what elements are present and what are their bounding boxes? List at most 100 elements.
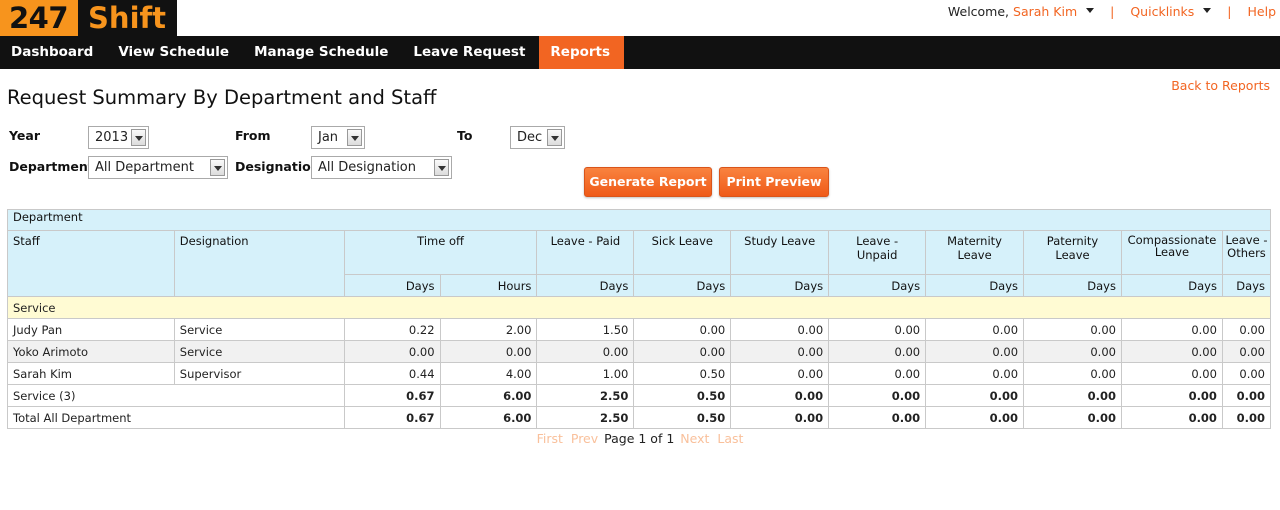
value-cell: 1.50 [536, 318, 635, 341]
table-header-row: Department [7, 209, 1271, 231]
value-cell: 0.00 [828, 318, 927, 341]
separator: | [1110, 4, 1115, 19]
user-name: Sarah Kim [1013, 4, 1078, 19]
subtotal-cell: 0.00 [1023, 384, 1122, 407]
designation-select[interactable]: All Designation [311, 156, 452, 179]
column-header: Leave - Unpaid [828, 230, 927, 275]
value-cell: 2.00 [439, 318, 538, 341]
unit-header: Hours [439, 274, 538, 297]
value-cell: 0.00 [633, 340, 732, 363]
column-header: Maternity Leave [925, 230, 1025, 275]
table-row: Sarah Kim Supervisor 0.44 4.00 1.00 0.50… [7, 362, 1272, 385]
value-cell: 0.00 [1023, 340, 1122, 363]
subtotal-cell: 0.50 [633, 384, 732, 407]
nav-dashboard[interactable]: Dashboard [0, 36, 107, 69]
value-cell: 0.00 [730, 340, 830, 363]
total-cell: 0.00 [925, 406, 1025, 429]
value-cell: 0.00 [828, 362, 927, 385]
unit-header: Days [730, 274, 830, 297]
table-row: Judy Pan Service 0.22 2.00 1.50 0.00 0.0… [7, 318, 1272, 341]
designation-cell: Service [173, 340, 345, 363]
from-month-select[interactable]: Jan [311, 126, 365, 149]
designation-cell: Service [173, 318, 345, 341]
nav-manage-schedule[interactable]: Manage Schedule [243, 36, 402, 69]
column-header: Leave - Paid [536, 230, 635, 275]
print-preview-button[interactable]: Print Preview [719, 167, 829, 197]
designation-value: All Designation [318, 160, 417, 175]
pagination: First Prev Page 1 of 1 Next Last [0, 431, 1280, 446]
subtotal-cell: 0.00 [925, 384, 1025, 407]
logo-number: 247 [0, 0, 79, 36]
quicklinks-menu[interactable]: Quicklinks [1130, 4, 1212, 19]
nav-reports[interactable]: Reports [539, 36, 625, 69]
year-value: 2013 [95, 130, 129, 145]
value-cell: 0.00 [925, 318, 1025, 341]
staff-name: Judy Pan [7, 318, 175, 341]
report-table: Department Staff Designation Time off Le… [7, 209, 1272, 429]
table-row: Yoko Arimoto Service 0.00 0.00 0.00 0.00… [7, 340, 1272, 363]
year-label: Year [9, 128, 40, 143]
value-cell: 0.00 [536, 340, 635, 363]
department-select[interactable]: All Department [88, 156, 228, 179]
back-to-reports-link[interactable]: Back to Reports [1171, 78, 1270, 93]
value-cell: 0.00 [925, 340, 1025, 363]
value-cell: 0.00 [1120, 340, 1223, 363]
total-row: Total All Department 0.67 6.00 2.50 0.50… [7, 406, 1272, 429]
pager-last[interactable]: Last [717, 431, 743, 446]
value-cell: 0.22 [343, 318, 441, 341]
subtotal-cell: 0.00 [1120, 384, 1223, 407]
logo-word: Shift [78, 0, 177, 36]
department-label: Department [9, 159, 94, 174]
unit-header: Days [1120, 274, 1223, 297]
help-link[interactable]: Help [1248, 4, 1277, 19]
value-cell: 0.00 [1023, 362, 1122, 385]
value-cell: 0.00 [439, 340, 538, 363]
main-nav: Dashboard View Schedule Manage Schedule … [0, 36, 1280, 69]
column-header: Compassionate Leave [1120, 230, 1223, 275]
to-month-select[interactable]: Dec [510, 126, 565, 149]
total-cell: 6.00 [439, 406, 538, 429]
unit-header: Days [633, 274, 732, 297]
user-menu[interactable]: Sarah Kim [1013, 4, 1095, 19]
group-row: Service [7, 296, 1271, 319]
generate-report-button[interactable]: Generate Report [584, 167, 712, 197]
value-cell: 0.00 [730, 318, 830, 341]
top-links: Welcome, Sarah Kim | Quicklinks | Help [948, 4, 1276, 19]
total-cell: 0.50 [633, 406, 732, 429]
total-label: Total All Department [7, 406, 345, 429]
value-cell: 0.00 [1023, 318, 1122, 341]
column-header: Paternity Leave [1023, 230, 1122, 275]
value-cell: 0.00 [730, 362, 830, 385]
dropdown-arrow-icon [347, 129, 362, 146]
year-select[interactable]: 2013 [88, 126, 149, 149]
value-cell: 0.00 [828, 340, 927, 363]
to-label: To [457, 128, 473, 143]
subtotal-row: Service (3) 0.67 6.00 2.50 0.50 0.00 0.0… [7, 384, 1272, 407]
total-cell: 0.00 [730, 406, 830, 429]
department-value: All Department [95, 160, 194, 175]
separator: | [1227, 4, 1232, 19]
welcome-text: Welcome, [947, 4, 1010, 19]
pager-prev[interactable]: Prev [571, 431, 598, 446]
pager-next[interactable]: Next [680, 431, 709, 446]
nav-view-schedule[interactable]: View Schedule [107, 36, 243, 69]
staff-name: Yoko Arimoto [7, 340, 175, 363]
total-cell: 0.67 [343, 406, 441, 429]
pager-first[interactable]: First [537, 431, 563, 446]
value-cell: 0.00 [1221, 362, 1272, 385]
value-cell: 0.00 [1221, 340, 1272, 363]
designation-header: Designation [173, 230, 345, 297]
caret-down-icon [1203, 8, 1212, 13]
value-cell: 0.50 [633, 362, 732, 385]
total-cell: 0.00 [828, 406, 927, 429]
from-label: From [235, 128, 271, 143]
dropdown-arrow-icon [547, 129, 562, 146]
nav-leave-request[interactable]: Leave Request [402, 36, 539, 69]
value-cell: 0.00 [1120, 362, 1223, 385]
table-header-row: Staff Designation Time off Leave - Paid … [7, 230, 1272, 297]
unit-header: Days [343, 274, 441, 297]
app-logo[interactable]: 247 Shift [0, 0, 177, 36]
subtotal-cell: 2.50 [536, 384, 635, 407]
total-cell: 0.00 [1221, 406, 1272, 429]
pager-page-text: Page 1 of 1 [604, 431, 675, 446]
